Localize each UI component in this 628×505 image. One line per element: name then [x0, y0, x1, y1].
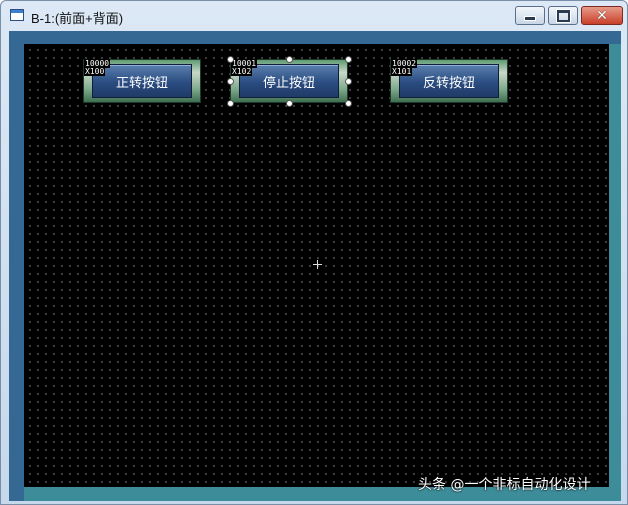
minimize-icon	[524, 16, 536, 21]
bit-tag: X100	[84, 67, 106, 76]
cursor-vertical-line	[317, 260, 318, 269]
bit-tag: X102	[231, 67, 253, 76]
resize-handle[interactable]	[286, 100, 293, 107]
resize-handle[interactable]	[227, 56, 234, 63]
button-label: 反转按钮	[422, 75, 475, 91]
canvas-right-border	[609, 44, 621, 487]
title-bar[interactable]: B-1:(前面+背面) ✕	[1, 1, 627, 31]
resize-handle[interactable]	[345, 78, 352, 85]
forward-button[interactable]: 正转按钮 10000 X100	[83, 59, 201, 103]
close-button[interactable]: ✕	[581, 6, 623, 25]
button-face: 反转按钮	[399, 64, 499, 98]
window-title: B-1:(前面+背面)	[31, 11, 124, 26]
button-label: 正转按钮	[115, 75, 168, 91]
resize-handle[interactable]	[227, 78, 234, 85]
resize-handle[interactable]	[286, 56, 293, 63]
button-face: 停止按钮	[239, 64, 339, 98]
maximize-icon	[556, 9, 570, 22]
screen-editor-area: 正转按钮 10000 X100 停止按钮 10001 X102 反转按钮 100…	[9, 31, 621, 501]
stop-button[interactable]: 停止按钮 10001 X102	[227, 56, 352, 107]
window-icon	[10, 9, 24, 21]
reverse-button[interactable]: 反转按钮 10002 X101	[390, 59, 508, 103]
button-face: 正转按钮	[92, 64, 192, 98]
design-canvas[interactable]: 正转按钮 10000 X100 停止按钮 10001 X102 反转按钮 100…	[24, 44, 609, 487]
minimize-button[interactable]	[515, 6, 545, 25]
close-icon: ✕	[596, 7, 608, 24]
bit-tag: X101	[391, 67, 413, 76]
button-label: 停止按钮	[262, 75, 315, 91]
resize-handle[interactable]	[227, 100, 234, 107]
resize-handle[interactable]	[345, 56, 352, 63]
watermark: 头条 @一个非标自动化设计	[418, 477, 591, 493]
editor-window: B-1:(前面+背面) ✕ 正转按钮 10000 X100 停止按钮 10001…	[0, 0, 628, 505]
maximize-button[interactable]	[548, 6, 578, 25]
resize-handle[interactable]	[345, 100, 352, 107]
